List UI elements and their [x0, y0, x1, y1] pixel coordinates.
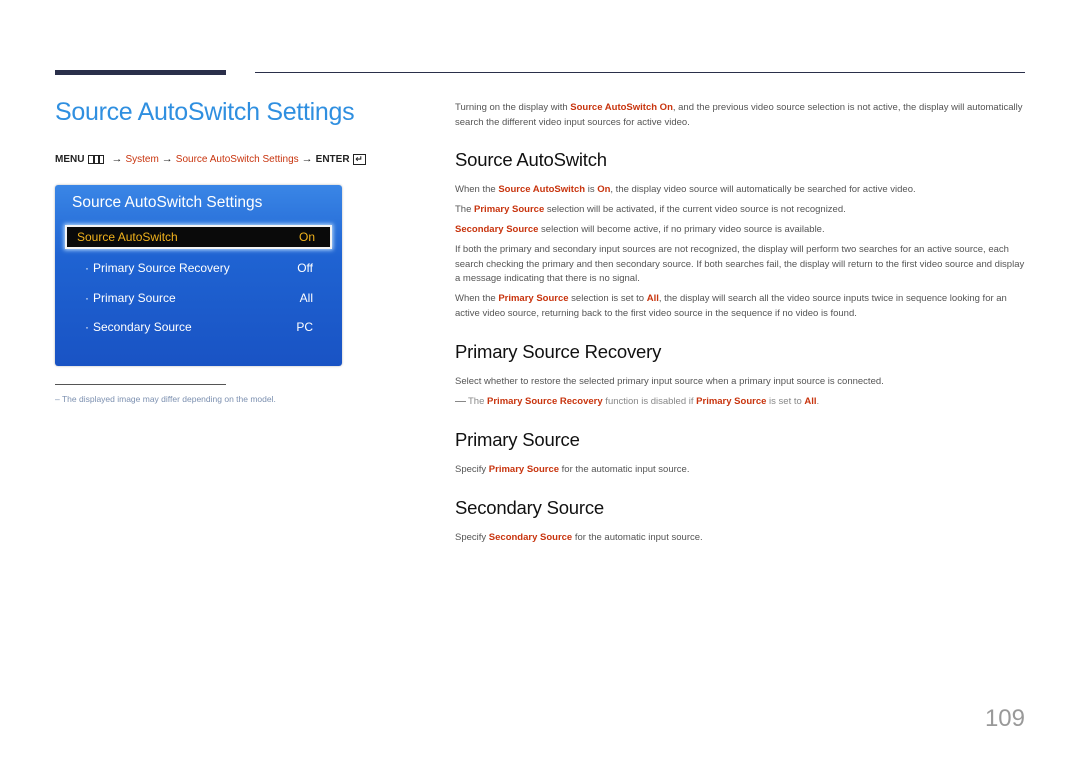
menu-path: MENU → System → Source AutoSwitch Settin… — [55, 153, 366, 165]
secondary-p1: Specify Secondary Source for the automat… — [455, 532, 703, 543]
osd-item-value: Off — [297, 261, 313, 275]
enter-icon: ↵ — [352, 153, 366, 165]
osd-item-label: Secondary Source — [93, 320, 192, 334]
primary-p1: Specify Primary Source for the automatic… — [455, 464, 690, 475]
autoswitch-p4: If both the primary and secondary input … — [455, 244, 1025, 284]
note-icon — [455, 400, 466, 402]
footnote: – The displayed image may differ dependi… — [55, 394, 276, 404]
heading-primary-source-recovery: Primary Source Recovery — [455, 341, 662, 362]
osd-item-label: Primary Source — [93, 291, 176, 305]
footnote-text: The displayed image may differ depending… — [61, 394, 276, 404]
arrow-icon: → — [111, 153, 123, 165]
menu-keyword: MENU — [55, 153, 85, 165]
footnote-rule — [55, 384, 226, 385]
heading-secondary-source: Secondary Source — [455, 497, 605, 518]
osd-item-secondary-source[interactable]: · Secondary Source PC — [65, 315, 331, 339]
autoswitch-p3: Secondary Source selection will become a… — [455, 224, 825, 235]
autoswitch-p2: The Primary Source selection will be act… — [455, 204, 846, 215]
osd-item-value: On — [298, 230, 315, 244]
menu-step-system: System — [125, 153, 159, 165]
menu-step-settings: Source AutoSwitch Settings — [175, 153, 299, 165]
intro-paragraph: Turning on the display with Source AutoS… — [455, 102, 1023, 128]
recovery-note: The Primary Source Recovery function is … — [455, 395, 1030, 410]
bullet-icon: · — [85, 320, 89, 334]
header-rule — [255, 72, 1025, 73]
bullet-icon: · — [85, 291, 89, 305]
bullet-icon: · — [85, 261, 89, 275]
recovery-p1: Select whether to restore the selected p… — [455, 376, 884, 387]
enter-keyword: ENTER — [315, 153, 350, 165]
osd-item-value: PC — [296, 320, 313, 334]
osd-menu-panel: Source AutoSwitch Settings Source AutoSw… — [55, 185, 342, 366]
menu-icon — [88, 154, 105, 164]
footnote-dash: – — [55, 394, 60, 404]
osd-title: Source AutoSwitch Settings — [72, 194, 263, 211]
autoswitch-p5: When the Primary Source selection is set… — [455, 293, 1007, 319]
heading-source-autoswitch: Source AutoSwitch — [455, 149, 607, 170]
osd-item-label: Source AutoSwitch — [77, 230, 178, 244]
osd-item-primary-source[interactable]: · Primary Source All — [65, 286, 331, 310]
arrow-icon: → — [301, 153, 313, 165]
arrow-icon: → — [161, 153, 173, 165]
heading-primary-source: Primary Source — [455, 429, 580, 450]
osd-item-label: Primary Source Recovery — [93, 261, 230, 275]
header-bar-thick — [55, 70, 226, 75]
osd-item-primary-source-recovery[interactable]: · Primary Source Recovery Off — [65, 256, 331, 280]
page-title: Source AutoSwitch Settings — [55, 98, 355, 126]
page-number: 109 — [984, 705, 1025, 732]
autoswitch-p1: When the Source AutoSwitch is On, the di… — [455, 184, 916, 195]
osd-item-value: All — [299, 291, 313, 305]
osd-item-source-autoswitch[interactable]: Source AutoSwitch On — [65, 225, 332, 249]
